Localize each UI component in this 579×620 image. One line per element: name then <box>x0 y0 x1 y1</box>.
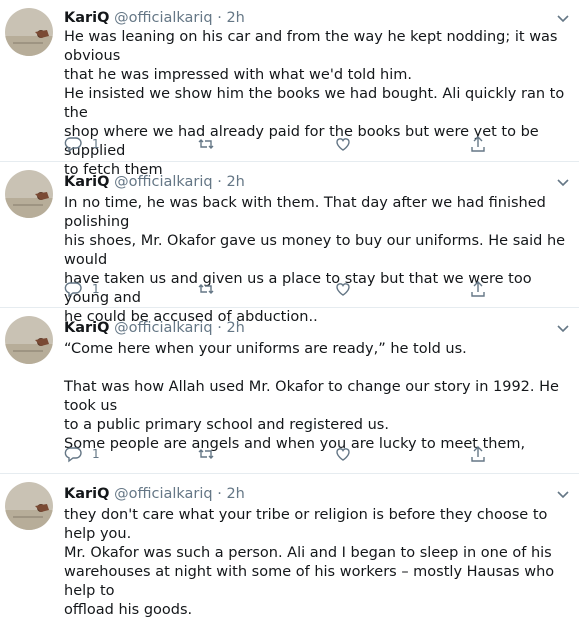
tweet-line: Mr. Okafor was such a person. Ali and I … <box>64 545 552 561</box>
reply-icon <box>64 282 82 298</box>
timestamp[interactable]: 2h <box>226 486 244 502</box>
avatar[interactable] <box>5 482 53 530</box>
separator: · <box>217 10 222 26</box>
reply-icon <box>64 447 82 463</box>
tweet-line: warehouses at night with some of his wor… <box>64 564 559 599</box>
tweet-text: they don't care what your tribe or relig… <box>64 506 572 620</box>
tweet-text: “Come here when your uniforms are ready,… <box>64 340 572 454</box>
tweet-line: to a public primary school and registere… <box>64 417 389 433</box>
display-name[interactable]: KariQ <box>64 10 109 26</box>
separator: · <box>217 320 222 336</box>
tweet-actions: 1 <box>64 134 534 154</box>
tweet-text: He was leaning on his car and from the w… <box>64 28 572 180</box>
share-button[interactable] <box>469 444 487 464</box>
heart-icon <box>336 138 350 151</box>
tweet-line: his shoes, Mr. Okafor gave us money to b… <box>64 233 570 268</box>
tweet-line: That was how Allah used Mr. Okafor to ch… <box>64 379 564 414</box>
chevron-down-icon[interactable] <box>555 174 571 190</box>
reply-count: 1 <box>92 137 100 151</box>
tweet[interactable]: KariQ @officialkariq · 2h “Come here whe… <box>0 308 579 474</box>
retweet-button[interactable] <box>197 444 215 464</box>
chevron-down-icon[interactable] <box>555 10 571 26</box>
display-name[interactable]: KariQ <box>64 486 109 502</box>
share-icon <box>471 446 485 462</box>
share-button[interactable] <box>469 279 487 299</box>
like-button[interactable] <box>334 279 352 299</box>
tweet-line: He was leaning on his car and from the w… <box>64 29 563 64</box>
handle[interactable]: @officialkariq <box>114 320 213 336</box>
retweet-icon <box>198 139 214 149</box>
reply-count: 1 <box>92 282 100 296</box>
avatar[interactable] <box>5 316 53 364</box>
handle[interactable]: @officialkariq <box>114 486 213 502</box>
handle[interactable]: @officialkariq <box>114 10 213 26</box>
share-icon <box>471 136 485 152</box>
retweet-button[interactable] <box>197 279 215 299</box>
timestamp[interactable]: 2h <box>226 10 244 26</box>
separator: · <box>217 174 222 190</box>
tweet-line: “Come here when your uniforms are ready,… <box>64 341 467 357</box>
avatar[interactable] <box>5 8 53 56</box>
reply-icon <box>64 137 82 153</box>
tweet-actions: 1 <box>64 444 534 464</box>
reply-button[interactable]: 1 <box>64 444 100 464</box>
retweet-button[interactable] <box>197 134 215 154</box>
retweet-icon <box>198 284 214 294</box>
tweet-line <box>64 359 572 378</box>
chevron-down-icon[interactable] <box>555 320 571 336</box>
share-icon <box>471 281 485 297</box>
tweet[interactable]: KariQ @officialkariq · 2h In no time, he… <box>0 162 579 325</box>
chevron-down-icon[interactable] <box>555 486 571 502</box>
like-button[interactable] <box>334 134 352 154</box>
tweet-line: they don't care what your tribe or relig… <box>64 507 552 542</box>
share-button[interactable] <box>469 134 487 154</box>
retweet-icon <box>198 449 214 459</box>
timestamp[interactable]: 2h <box>226 174 244 190</box>
tweet-line: He insisted we show him the books we had… <box>64 86 569 121</box>
tweet-actions: 1 <box>64 279 534 299</box>
tweet-line: In no time, he was back with them. That … <box>64 195 551 230</box>
handle[interactable]: @officialkariq <box>114 174 213 190</box>
reply-count: 1 <box>92 447 100 461</box>
timestamp[interactable]: 2h <box>226 320 244 336</box>
tweet-line: that he was impressed with what we'd tol… <box>64 67 412 83</box>
heart-icon <box>336 283 350 296</box>
reply-button[interactable]: 1 <box>64 279 100 299</box>
separator: · <box>217 486 222 502</box>
tweet-line: offload his goods. <box>64 602 193 618</box>
like-button[interactable] <box>334 444 352 464</box>
avatar[interactable] <box>5 170 53 218</box>
reply-button[interactable]: 1 <box>64 134 100 154</box>
heart-icon <box>336 448 350 461</box>
display-name[interactable]: KariQ <box>64 320 109 336</box>
tweet[interactable]: KariQ @officialkariq · 2h He was leaning… <box>0 0 579 178</box>
tweet[interactable]: KariQ @officialkariq · 2h they don't car… <box>0 474 579 618</box>
display-name[interactable]: KariQ <box>64 174 109 190</box>
